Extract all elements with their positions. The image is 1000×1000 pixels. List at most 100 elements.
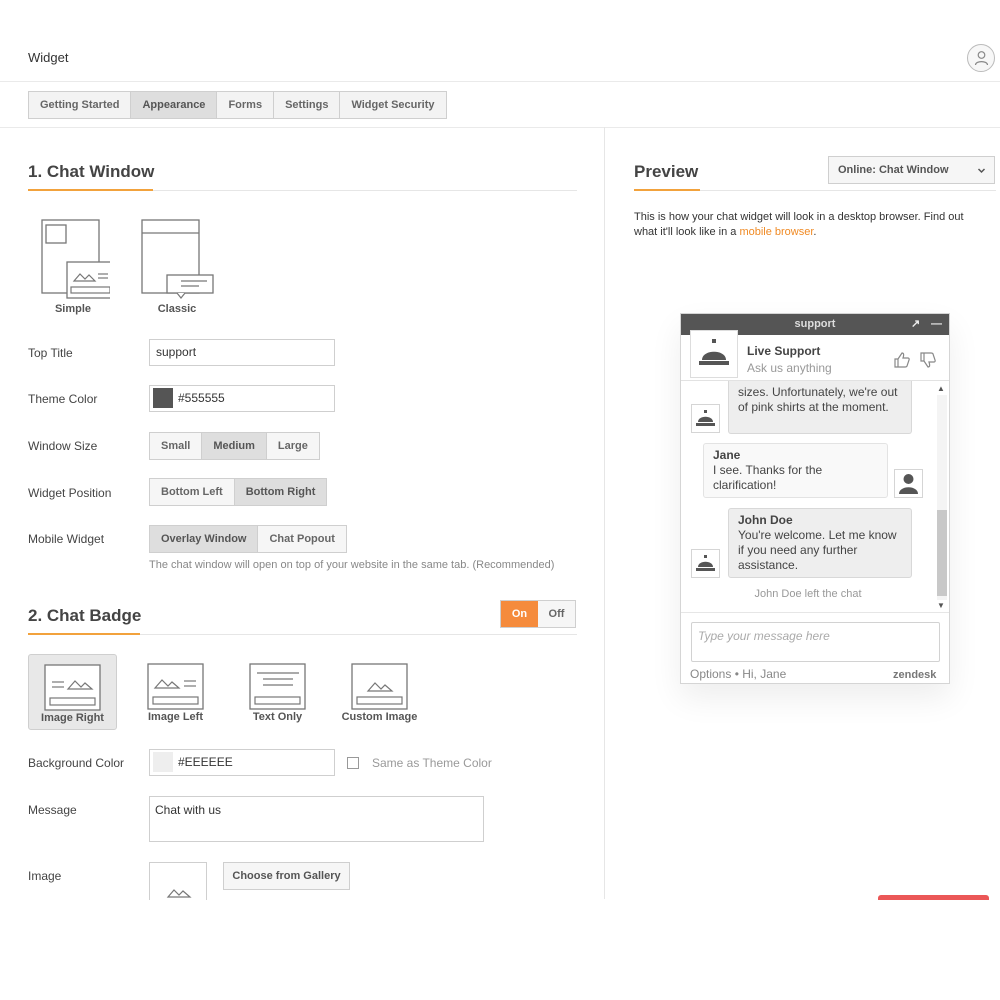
chat-message-agent: John Doe You're welcome. Let me know if … bbox=[728, 508, 912, 578]
badge-toggle-on[interactable]: On bbox=[501, 601, 538, 627]
agent-bar: Live Support Ask us anything bbox=[681, 330, 949, 381]
mobile-widget-label: Mobile Widget bbox=[28, 532, 105, 546]
layout-option-simple[interactable]: Simple bbox=[30, 218, 116, 315]
theme-color-swatch[interactable] bbox=[153, 387, 173, 408]
top-bar: Widget bbox=[0, 0, 1000, 82]
top-title-input[interactable]: support bbox=[149, 339, 335, 366]
mobile-overlay-window[interactable]: Overlay Window bbox=[150, 526, 259, 552]
chat-message-input[interactable]: Type your message here bbox=[691, 622, 940, 662]
thumbs-up-icon[interactable] bbox=[893, 351, 911, 369]
theme-color-input[interactable]: #555555 bbox=[149, 385, 335, 412]
window-size-selector: Small Medium Large bbox=[149, 432, 320, 460]
chat-message-text: sizes. Unfortunately, we're out of pink … bbox=[738, 385, 898, 414]
chevron-down-icon bbox=[977, 168, 986, 174]
column-divider bbox=[604, 127, 605, 899]
section-underline bbox=[28, 189, 577, 191]
background-color-input[interactable]: #EEEEEE bbox=[149, 749, 335, 776]
preview-mode-select[interactable]: Online: Chat Window bbox=[828, 156, 995, 184]
service-bell-icon bbox=[699, 339, 729, 365]
user-icon bbox=[974, 51, 989, 66]
layout-simple-label: Simple bbox=[54, 303, 92, 315]
window-size-large[interactable]: Large bbox=[266, 433, 319, 459]
tab-settings[interactable]: Settings bbox=[274, 92, 341, 118]
same-as-theme-label: Same as Theme Color bbox=[372, 756, 492, 770]
position-bottom-right[interactable]: Bottom Right bbox=[234, 479, 327, 505]
chat-message-visitor: Jane I see. Thanks for the clarification… bbox=[703, 443, 888, 498]
mobile-browser-link[interactable]: mobile browser bbox=[739, 226, 813, 238]
position-bottom-left[interactable]: Bottom Left bbox=[150, 479, 235, 505]
badge-image-preview bbox=[149, 862, 207, 900]
window-size-medium[interactable]: Medium bbox=[202, 433, 267, 459]
chat-scrollbar[interactable]: ▲ ▼ bbox=[935, 383, 948, 612]
text-only-badge-icon bbox=[248, 663, 306, 710]
agent-mini-avatar bbox=[691, 549, 720, 578]
chat-input-divider bbox=[681, 612, 949, 613]
tab-widget-security[interactable]: Widget Security bbox=[340, 92, 445, 118]
agent-avatar bbox=[690, 330, 738, 378]
badge-style-image-right[interactable]: Image Right bbox=[28, 654, 117, 730]
theme-color-value: #555555 bbox=[178, 391, 225, 405]
window-size-small[interactable]: Small bbox=[150, 433, 203, 459]
widget-position-label: Widget Position bbox=[28, 486, 112, 500]
section-underline bbox=[634, 189, 996, 191]
chat-message-agent: sizes. Unfortunately, we're out of pink … bbox=[728, 381, 912, 434]
zendesk-logo: zendesk bbox=[893, 669, 937, 681]
message-textarea[interactable]: Chat with us bbox=[149, 796, 484, 842]
image-icon bbox=[166, 889, 192, 898]
layout-option-classic[interactable]: Classic bbox=[134, 218, 220, 315]
preview-title: Preview bbox=[634, 162, 699, 181]
badge-style-text-only-label: Text Only bbox=[252, 711, 303, 723]
section-underline bbox=[28, 633, 577, 635]
preview-description-end: . bbox=[813, 226, 817, 238]
tab-forms[interactable]: Forms bbox=[217, 92, 275, 118]
scroll-thumb[interactable] bbox=[937, 510, 947, 596]
badge-style-image-left-label: Image Left bbox=[147, 711, 203, 723]
background-color-label: Background Color bbox=[28, 756, 125, 770]
chevron-down-icon[interactable]: ▼ bbox=[937, 601, 945, 610]
chevron-up-icon[interactable]: ▲ bbox=[937, 384, 945, 393]
mobile-widget-help: The chat window will open on top of your… bbox=[149, 559, 555, 571]
badge-style-custom-image[interactable]: Custom Image bbox=[335, 654, 424, 730]
chat-system-note: John Doe left the chat bbox=[754, 588, 862, 600]
badge-style-text-only[interactable]: Text Only bbox=[233, 654, 322, 730]
background-color-value: #EEEEEE bbox=[178, 755, 233, 769]
image-label: Image bbox=[28, 869, 62, 883]
chat-message-author: John Doe bbox=[738, 513, 793, 527]
service-bell-icon bbox=[696, 555, 715, 571]
badge-toggle-off[interactable]: Off bbox=[538, 601, 575, 627]
chat-widget-preview: support ↗ — Live Support Ask us anything… bbox=[680, 313, 950, 684]
badge-style-custom-image-label: Custom Image bbox=[341, 711, 418, 723]
service-bell-icon bbox=[696, 410, 715, 426]
choose-from-gallery-button[interactable]: Choose from Gallery bbox=[223, 862, 350, 890]
tab-getting-started[interactable]: Getting Started bbox=[29, 92, 132, 118]
mobile-chat-popout[interactable]: Chat Popout bbox=[258, 526, 346, 552]
agent-mini-avatar bbox=[691, 404, 720, 433]
chat-window-section-title: 1. Chat Window bbox=[28, 162, 155, 181]
chat-badge-toggle: On Off bbox=[500, 600, 576, 628]
window-size-label: Window Size bbox=[28, 439, 98, 453]
badge-style-image-left[interactable]: Image Left bbox=[131, 654, 220, 730]
chat-options-link[interactable]: Options • Hi, Jane bbox=[690, 667, 786, 681]
layout-classic-label: Classic bbox=[157, 303, 197, 315]
minimize-icon[interactable]: — bbox=[931, 314, 942, 335]
popout-icon[interactable]: ↗ bbox=[911, 314, 920, 335]
background-color-swatch[interactable] bbox=[153, 751, 173, 772]
chat-header-title: support bbox=[794, 318, 836, 330]
classic-layout-icon bbox=[141, 219, 214, 299]
same-as-theme-checkbox[interactable] bbox=[347, 757, 359, 769]
image-left-badge-icon bbox=[146, 663, 204, 710]
settings-tabs: Getting Started Appearance Forms Setting… bbox=[28, 91, 447, 119]
thumbs-down-icon[interactable] bbox=[919, 351, 937, 369]
custom-image-badge-icon bbox=[350, 663, 408, 710]
chat-message-text: I see. Thanks for the clarification! bbox=[713, 463, 823, 492]
simple-layout-icon bbox=[41, 219, 115, 299]
header-divider bbox=[0, 127, 1000, 128]
tab-appearance[interactable]: Appearance bbox=[131, 92, 218, 118]
widget-position-selector: Bottom Left Bottom Right bbox=[149, 478, 328, 506]
chat-message-text: You're welcome. Let me know if you need … bbox=[738, 528, 897, 572]
visitor-mini-avatar bbox=[894, 469, 923, 498]
app-title: Widget bbox=[28, 50, 69, 65]
theme-color-label: Theme Color bbox=[28, 392, 98, 406]
user-profile-button[interactable] bbox=[967, 44, 995, 72]
notification-bar bbox=[878, 895, 989, 900]
